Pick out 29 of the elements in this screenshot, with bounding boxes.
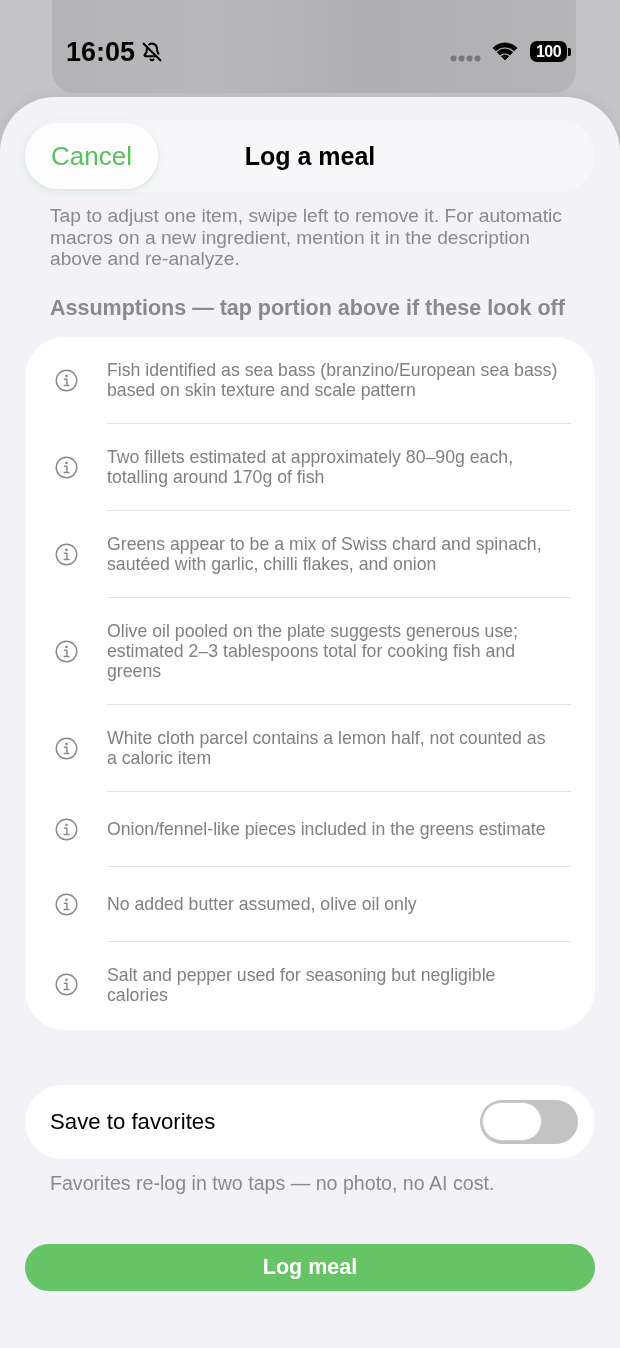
info-icon	[55, 973, 78, 997]
battery-level: 100	[530, 41, 567, 62]
assumption-text: Two fillets estimated at approximately 80–90g each, totalling around 170g of fish	[107, 446, 515, 487]
instructions-text: Tap to adjust one item, swipe left to remove it. For automatic macros on a new ingredient, mention it in the description above and re-analyze.	[50, 205, 563, 270]
favorites-note: Favorites re-log in two taps — no photo, no AI cost.	[50, 1171, 496, 1194]
info-icon	[55, 639, 78, 663]
log-meal-button[interactable]: Log meal	[25, 1243, 595, 1291]
info-icon	[55, 736, 78, 760]
info-icon	[55, 817, 78, 841]
status-time: 16:05	[66, 35, 136, 68]
info-icon	[55, 892, 78, 916]
assumption-text: Greens appear to be a mix of Swiss chard and spinach, sautéed with garlic, chilli flakes, and onion	[107, 533, 543, 574]
assumption-text: White cloth parcel contains a lemon half, not counted as a caloric item	[107, 727, 547, 768]
cellular-signal-icon	[450, 55, 481, 62]
assumption-text: Fish identified as sea bass (branzino/European sea bass) based on skin texture and scale pattern	[107, 359, 559, 400]
cancel-button[interactable]: Cancel	[25, 123, 158, 189]
assumption-text: No added butter assumed, olive oil only	[107, 893, 417, 914]
info-icon	[55, 542, 78, 566]
assumption-text: Onion/fennel-like pieces included in the greens estimate	[107, 818, 546, 839]
wifi-icon	[492, 42, 518, 61]
favorites-label: Save to favorites	[50, 1108, 216, 1135]
favorites-toggle[interactable]	[480, 1099, 578, 1144]
sheet-title: Log a meal	[244, 141, 376, 171]
assumption-text: Salt and pepper used for seasoning but negligible calories	[107, 964, 497, 1005]
battery-tip-icon	[568, 47, 571, 56]
info-icon	[55, 368, 78, 392]
assumptions-heading: Assumptions — tap portion above if these look off	[50, 294, 566, 321]
info-icon	[55, 455, 78, 479]
assumption-text: Olive oil pooled on the plate suggests generous use; estimated 2–3 tablespoons total for cooking fish and greens	[107, 620, 520, 681]
